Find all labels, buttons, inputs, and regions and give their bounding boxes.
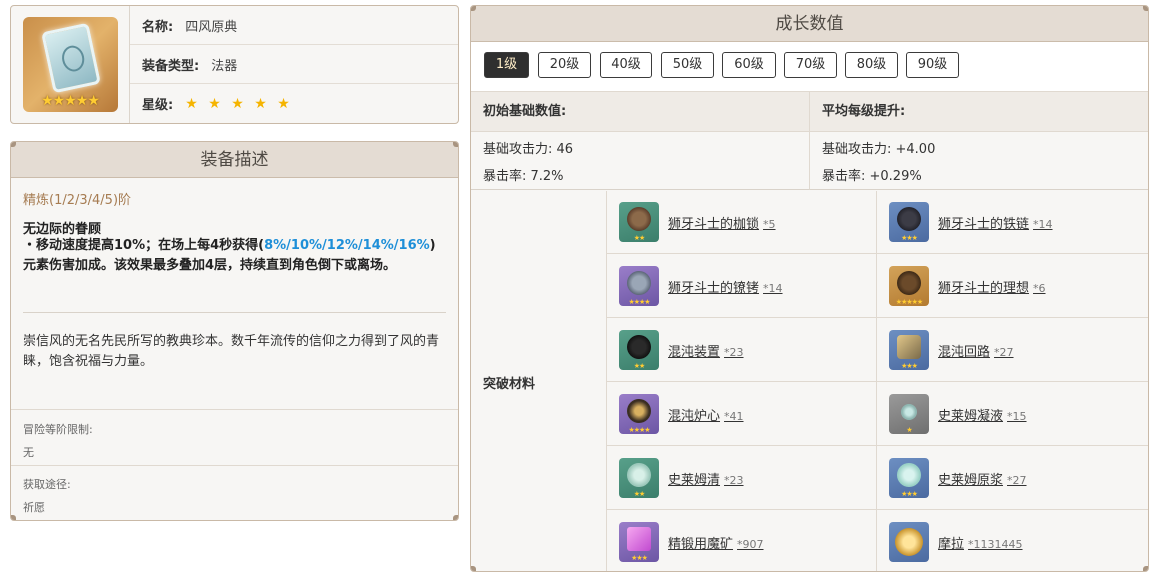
material-item[interactable]: 摩拉 *1131445: [877, 511, 1148, 571]
level-button-60[interactable]: 60级: [722, 52, 776, 78]
ideal-icon: ★★★★★: [889, 266, 929, 306]
mystic-ore-icon: ★★★: [619, 522, 659, 562]
material-item[interactable]: ★★★★★ 狮牙斗士的理想 *6: [877, 255, 1148, 318]
level-button-20[interactable]: 20级: [538, 52, 591, 78]
base-crit: 暴击率: 7.2%: [483, 169, 564, 184]
description-panel: 装备描述 精炼(1/2/3/4/5)阶 无边际的眷顾 ・移动速度提高10%；在场…: [10, 141, 459, 521]
divider: [11, 465, 458, 466]
material-item[interactable]: ★★★★ 混沌炉心 *41: [607, 383, 876, 446]
type-row: 装备类型: 法器: [130, 45, 458, 84]
ascension-limit-label: 冒险等阶限制:: [23, 423, 93, 436]
inc-crit: 暴击率: +0.29%: [822, 169, 922, 184]
level-button-1[interactable]: 1级: [484, 52, 529, 78]
materials-label: 突破材料: [483, 377, 536, 392]
level-selector: 1级 20级 40级 50级 60级 70级 80级 90级: [471, 42, 1148, 92]
per-level-title: 平均每级提升:: [809, 92, 1148, 132]
material-item[interactable]: ★★★★ 狮牙斗士的镣铐 *14: [607, 255, 876, 318]
material-link[interactable]: 狮牙斗士的镣铐 *14: [668, 277, 783, 296]
material-link[interactable]: 混沌装置 *23: [668, 341, 744, 360]
material-link[interactable]: 狮牙斗士的理想 *6: [938, 277, 1046, 296]
slime-secretions-icon: ★★: [619, 458, 659, 498]
rarity-stars: ★ ★ ★ ★ ★: [185, 95, 293, 112]
material-link[interactable]: 史莱姆清 *23: [668, 469, 744, 488]
lore-text: 崇信风的无名先民所写的教典珍本。数千年流传的信仰之力得到了风的青睐，饱含祝福与力…: [23, 334, 440, 369]
passive-text-part3: 元素伤害加成。该效果最多叠加4层，持续直到角色倒下或离场。: [23, 258, 397, 273]
base-stats: 基础攻击力: 46 暴击率: 7.2%: [471, 132, 809, 190]
name-row: 名称: 四风原典: [130, 6, 458, 45]
material-item[interactable]: ★★★ 史莱姆原浆 *27: [877, 447, 1148, 510]
chain-icon: ★★★: [889, 202, 929, 242]
level-button-90[interactable]: 90级: [906, 52, 959, 78]
weapon-image-frame: ★★★★★: [11, 6, 130, 123]
chaos-core-icon: ★★★★: [619, 394, 659, 434]
passive-highlight: 8%/10%/12%/14%/16%: [264, 238, 430, 253]
type-label: 装备类型:: [142, 58, 200, 74]
material-link[interactable]: 摩拉 *1131445: [938, 533, 1023, 552]
material-item[interactable]: ★★★ 精锻用魔矿 *907: [607, 511, 876, 571]
ascension-limit-value: 无: [23, 446, 34, 459]
material-link[interactable]: 狮牙斗士的铁链 *14: [938, 213, 1053, 232]
material-link[interactable]: 狮牙斗士的枷锁 *5: [668, 213, 776, 232]
weapon-type: 法器: [211, 58, 238, 74]
level-button-80[interactable]: 80级: [845, 52, 898, 78]
material-link[interactable]: 混沌炉心 *41: [668, 405, 744, 424]
material-link[interactable]: 史莱姆原浆 *27: [938, 469, 1027, 488]
passive-name: 无边际的眷顾: [23, 222, 102, 237]
per-level-stats: 基础攻击力: +4.00 暴击率: +0.29%: [809, 132, 1148, 190]
passive-text-part2: ): [429, 238, 436, 253]
source-label: 获取途径:: [23, 478, 71, 491]
slime-concentrate-icon: ★★★: [889, 458, 929, 498]
chaos-device-icon: ★★: [619, 330, 659, 370]
growth-panel: 成长数值 1级 20级 40级 50级 60级 70级 80级 90级 初始基础…: [470, 5, 1149, 572]
growth-header: 成长数值: [471, 6, 1148, 42]
divider: [11, 409, 458, 410]
weapon-rarity-stars: ★★★★★: [41, 93, 100, 109]
passive-description: ・移动速度提高10%；在场上每4秒获得(8%/10%/12%/14%/16%) 元…: [23, 236, 448, 276]
name-label: 名称:: [142, 19, 174, 35]
ascension-materials: 突破材料 ★★ 狮牙斗士的枷锁 *5 ★★★ 狮牙斗士的铁链 *14 ★★★★ 狮牙…: [471, 191, 1148, 571]
slime-condensate-icon: ★: [889, 394, 929, 434]
inc-atk: 基础攻击力: +4.00: [822, 142, 936, 157]
description-header: 装备描述: [11, 142, 458, 178]
rarity-label: 星级:: [142, 98, 174, 113]
passive-text-part1: ・移动速度提高10%；在场上每4秒获得(: [23, 238, 265, 253]
rarity-row: 星级: ★ ★ ★ ★ ★: [130, 84, 458, 123]
mora-icon: [889, 522, 929, 562]
base-stats-title: 初始基础数值:: [471, 92, 809, 132]
refinement-title: 精炼(1/2/3/4/5)阶: [23, 193, 132, 208]
level-button-40[interactable]: 40级: [600, 52, 652, 78]
book-catalyst-icon: ★★★★★: [22, 17, 118, 112]
level-button-50[interactable]: 50级: [661, 52, 714, 78]
material-item[interactable]: ★★ 狮牙斗士的枷锁 *5: [607, 191, 876, 254]
material-link[interactable]: 精锻用魔矿 *907: [668, 533, 764, 552]
weapon-name: 四风原典: [185, 19, 238, 35]
material-item[interactable]: ★ 史莱姆凝液 *15: [877, 383, 1148, 446]
divider: [23, 312, 446, 313]
material-link[interactable]: 混沌回路 *27: [938, 341, 1014, 360]
chaos-circuit-icon: ★★★: [889, 330, 929, 370]
material-item[interactable]: ★★★ 狮牙斗士的铁链 *14: [877, 191, 1148, 254]
source-value: 祈愿: [23, 501, 45, 514]
material-item[interactable]: ★★★ 混沌回路 *27: [877, 319, 1148, 382]
weapon-info-card: ★★★★★ 名称: 四风原典 装备类型: 法器 星级: ★ ★ ★ ★ ★: [10, 5, 459, 124]
shackle-icon: ★★: [619, 202, 659, 242]
material-link[interactable]: 史莱姆凝液 *15: [938, 405, 1027, 424]
base-atk: 基础攻击力: 46: [483, 142, 574, 157]
material-item[interactable]: ★★ 史莱姆清 *23: [607, 447, 876, 510]
material-item[interactable]: ★★ 混沌装置 *23: [607, 319, 876, 382]
level-button-70[interactable]: 70级: [784, 52, 837, 78]
fetters-icon: ★★★★: [619, 266, 659, 306]
